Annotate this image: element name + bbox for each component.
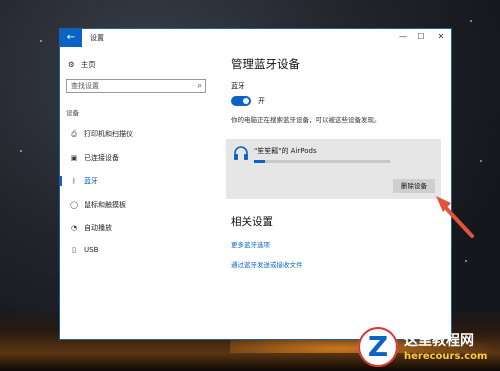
watermark-name: 这里教程网: [404, 333, 474, 349]
annotation-arrow: [436, 196, 474, 238]
watermark-z-icon: Z: [358, 327, 398, 367]
watermark-logo: Z 这里教程网 herecours.com: [358, 327, 498, 369]
watermark-url: herecours.com: [404, 351, 488, 362]
